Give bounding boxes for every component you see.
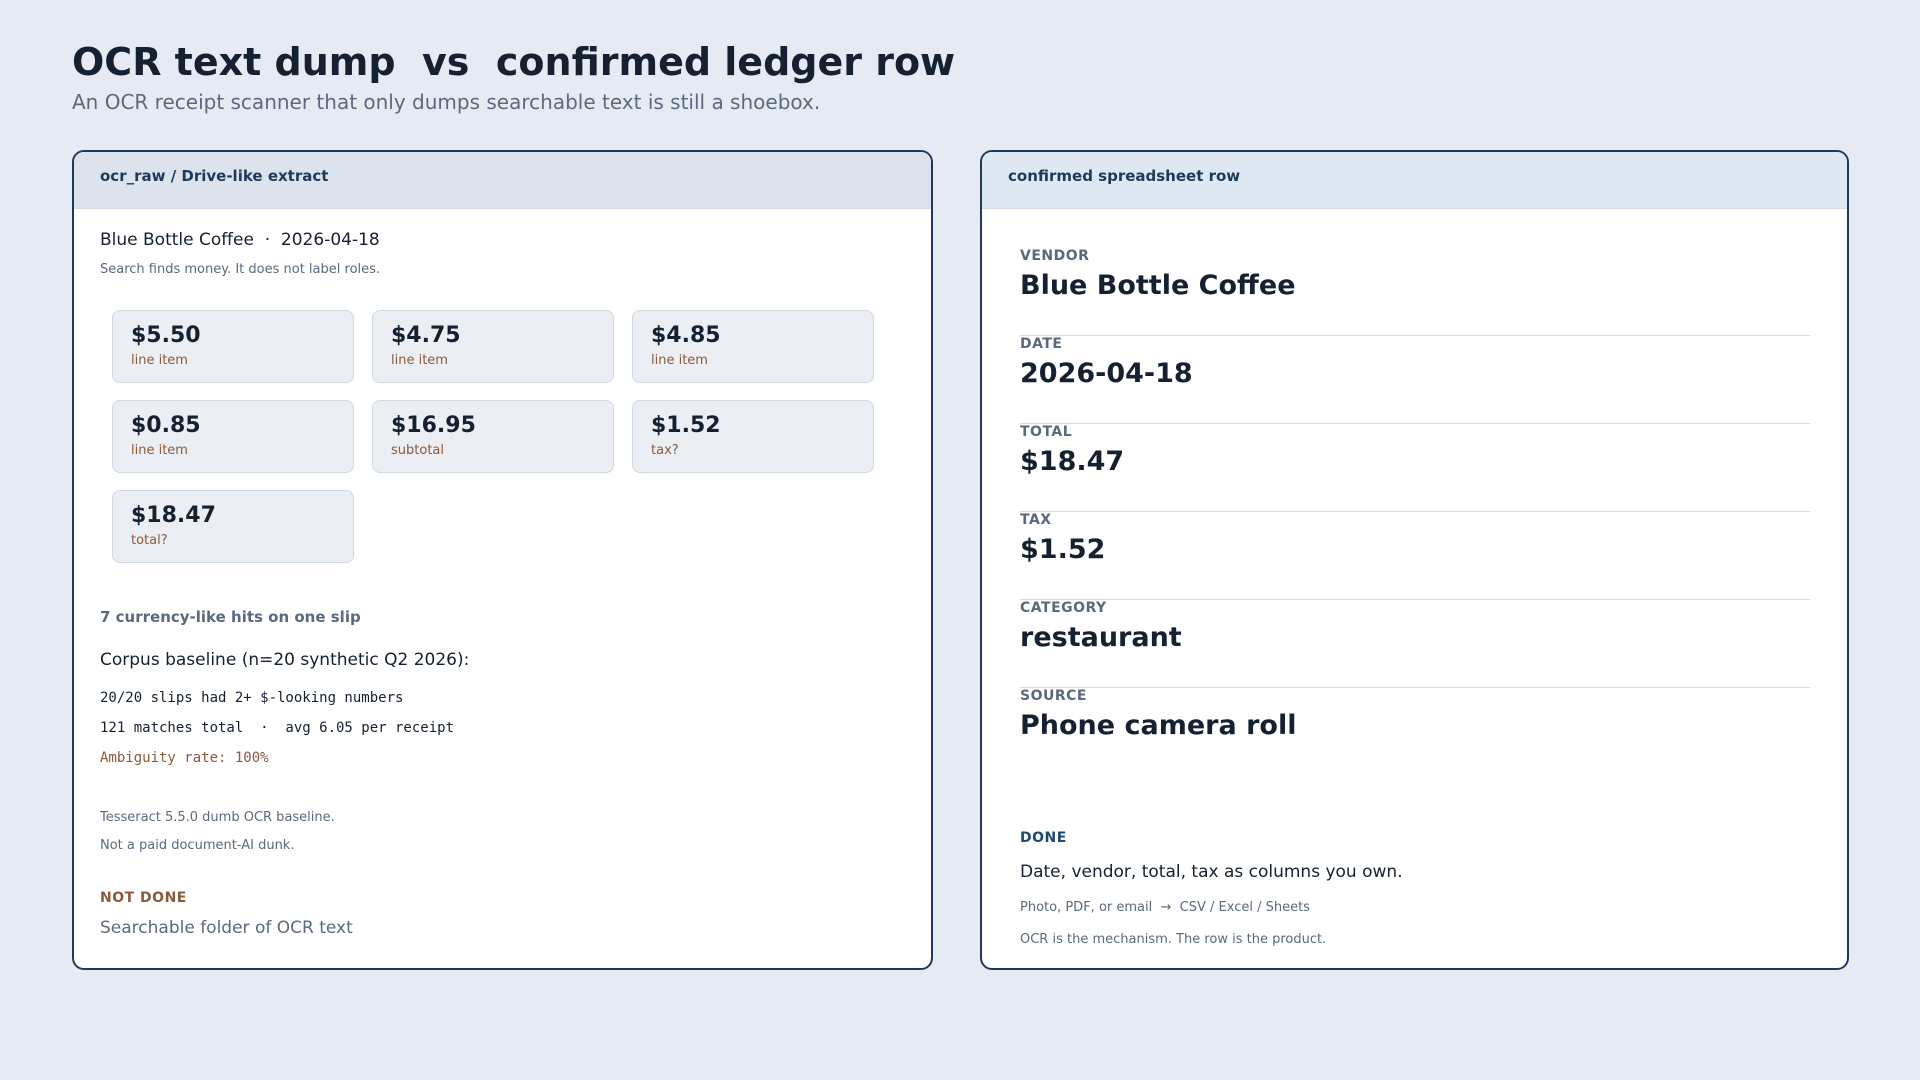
corpus-baseline-title: Corpus baseline (n=20 synthetic Q2 2026)… <box>100 650 470 670</box>
field-vendor: VENDOR Blue Bottle Coffee <box>1020 248 1810 336</box>
field-date: DATE 2026-04-18 <box>1020 336 1810 424</box>
currency-chip: $18.47 total? <box>112 490 354 563</box>
field-value: $18.47 <box>1020 446 1125 477</box>
chip-role: line item <box>131 443 188 458</box>
field-source: SOURCE Phone camera roll <box>1020 688 1810 776</box>
chip-role: tax? <box>651 443 679 458</box>
confirmed-row-panel-header: confirmed spreadsheet row <box>982 152 1847 209</box>
currency-chip: $1.52 tax? <box>632 400 874 473</box>
chip-amount: $1.52 <box>651 413 721 438</box>
done-note: Photo, PDF, or email → CSV / Excel / She… <box>1020 900 1310 915</box>
baseline-note: Not a paid document-AI dunk. <box>100 838 295 853</box>
done-description: Date, vendor, total, tax as columns you … <box>1020 862 1403 882</box>
ocr-raw-panel: ocr_raw / Drive-like extract Blue Bottle… <box>72 150 933 970</box>
chip-role: total? <box>131 533 168 548</box>
page-title: OCR text dump vs confirmed ledger row <box>72 40 956 84</box>
chip-amount: $16.95 <box>391 413 476 438</box>
not-done-label: NOT DONE <box>100 890 187 906</box>
page-subtitle: An OCR receipt scanner that only dumps s… <box>72 90 821 114</box>
field-value: restaurant <box>1020 622 1182 653</box>
chip-role: subtotal <box>391 443 444 458</box>
field-value: Blue Bottle Coffee <box>1020 270 1296 301</box>
field-label: DATE <box>1020 336 1063 352</box>
field-label: CATEGORY <box>1020 600 1107 616</box>
field-label: TOTAL <box>1020 424 1073 440</box>
receipt-vendor-date: Blue Bottle Coffee · 2026-04-18 <box>100 230 380 250</box>
currency-chip: $4.85 line item <box>632 310 874 383</box>
ocr-raw-panel-header: ocr_raw / Drive-like extract <box>74 152 931 209</box>
field-label: TAX <box>1020 512 1052 528</box>
chip-amount: $4.85 <box>651 323 721 348</box>
currency-chip: $0.85 line item <box>112 400 354 473</box>
confirmed-row-panel: confirmed spreadsheet row VENDOR Blue Bo… <box>980 150 1849 970</box>
baseline-note: Tesseract 5.5.0 dumb OCR baseline. <box>100 810 335 825</box>
chip-amount: $4.75 <box>391 323 461 348</box>
baseline-stat-line: 121 matches total · avg 6.05 per receipt <box>100 720 455 736</box>
receipt-note: Search finds money. It does not label ro… <box>100 262 381 277</box>
currency-hits-count: 7 currency-like hits on one slip <box>100 608 361 626</box>
done-note: OCR is the mechanism. The row is the pro… <box>1020 932 1327 947</box>
currency-chip: $16.95 subtotal <box>372 400 614 473</box>
baseline-stat-line: 20/20 slips had 2+ $-looking numbers <box>100 690 404 706</box>
chip-role: line item <box>131 353 188 368</box>
field-category: CATEGORY restaurant <box>1020 600 1810 688</box>
field-label: SOURCE <box>1020 688 1087 704</box>
field-value: Phone camera roll <box>1020 710 1297 741</box>
not-done-description: Searchable folder of OCR text <box>100 918 353 938</box>
currency-chip: $4.75 line item <box>372 310 614 383</box>
done-label: DONE <box>1020 830 1067 846</box>
currency-chip: $5.50 line item <box>112 310 354 383</box>
chip-amount: $18.47 <box>131 503 216 528</box>
field-tax: TAX $1.52 <box>1020 512 1810 600</box>
field-label: VENDOR <box>1020 248 1090 264</box>
chip-role: line item <box>651 353 708 368</box>
field-total: TOTAL $18.47 <box>1020 424 1810 512</box>
ambiguity-rate: Ambiguity rate: 100% <box>100 750 269 766</box>
field-value: 2026-04-18 <box>1020 358 1193 389</box>
chip-amount: $5.50 <box>131 323 201 348</box>
chip-role: line item <box>391 353 448 368</box>
chip-amount: $0.85 <box>131 413 201 438</box>
field-value: $1.52 <box>1020 534 1106 565</box>
